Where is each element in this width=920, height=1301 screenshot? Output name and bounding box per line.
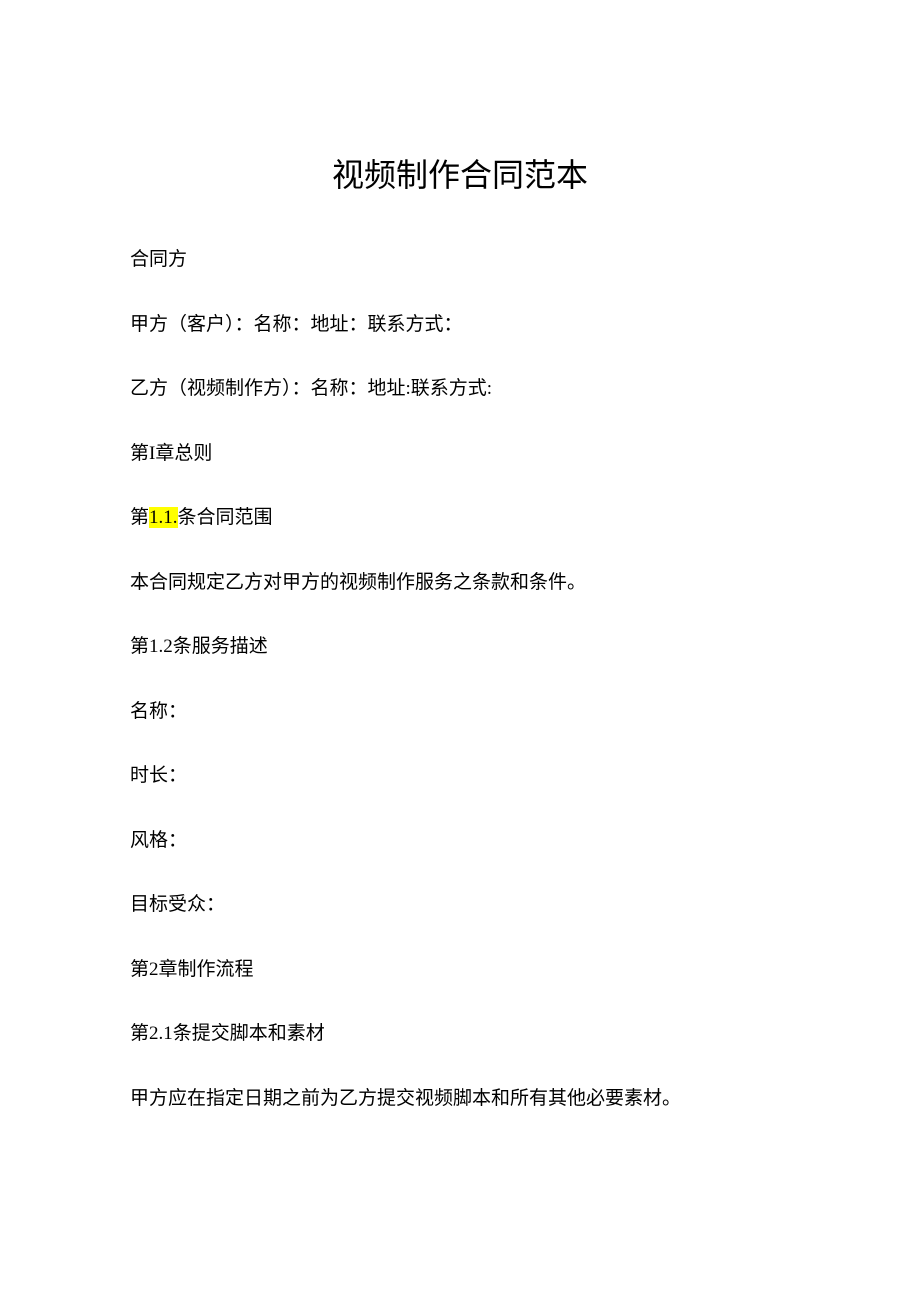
clause-1-2-heading: 第1.2条服务描述 <box>130 633 790 662</box>
clause-2-1-heading: 第2.1条提交脚本和素材 <box>130 1020 790 1049</box>
party-a-info: 甲方（客户）：名称：地址：联系方式： <box>130 311 790 340</box>
chapter-2-heading: 第2章制作流程 <box>130 956 790 985</box>
field-target-audience: 目标受众： <box>130 891 790 920</box>
clause-1-1-body: 本合同规定乙方对甲方的视频制作服务之条款和条件。 <box>130 569 790 598</box>
contract-parties-heading: 合同方 <box>130 246 790 275</box>
party-b-info: 乙方（视频制作方）：名称：地址:联系方式: <box>130 375 790 404</box>
field-name: 名称： <box>130 698 790 727</box>
clause-2-1-body: 甲方应在指定日期之前为乙方提交视频脚本和所有其他必要素材。 <box>130 1085 790 1114</box>
clause-1-1-heading: 第1.1.条合同范围 <box>130 504 790 533</box>
chapter-1-heading: 第I章总则 <box>130 440 790 469</box>
clause-prefix: 第 <box>130 507 149 528</box>
clause-suffix: 条合同范围 <box>178 507 273 528</box>
document-title: 视频制作合同范本 <box>130 150 790 196</box>
field-style: 风格： <box>130 827 790 856</box>
field-duration: 时长： <box>130 762 790 791</box>
clause-number-highlighted: 1.1. <box>149 507 178 528</box>
